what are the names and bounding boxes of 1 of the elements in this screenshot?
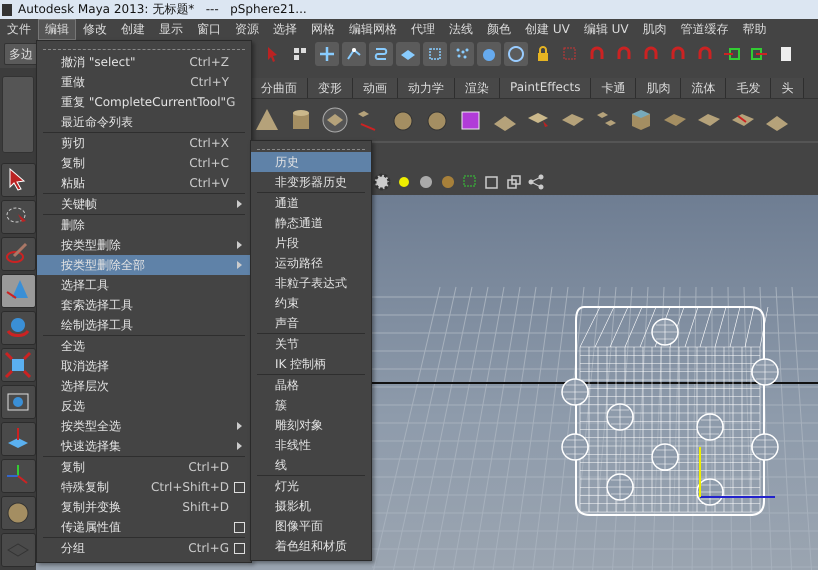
window-title: Autodesk Maya 2013: 无标题* --- pSphere21... [18,1,307,18]
